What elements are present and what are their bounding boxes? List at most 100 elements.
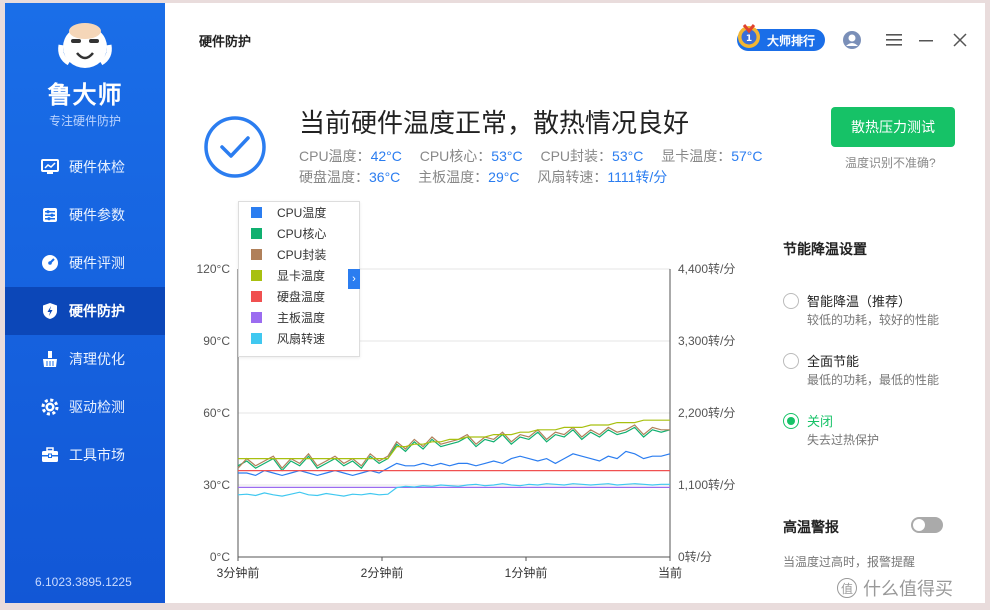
y-right-tick-label: 0转/分 [678, 549, 712, 564]
high-temp-alert-title: 高温警报 [783, 519, 839, 535]
sidebar-item-hardware-checkup[interactable]: 硬件体检 [5, 143, 165, 191]
watermark-text: 什么值得买 [863, 579, 953, 599]
reading-label: CPU核心： [419, 148, 492, 164]
temperature-row: CPU温度：42°C CPU核心：53°C CPU封装：53°C 显卡温度：57… [299, 146, 776, 167]
y-left-tick-label: 0°C [210, 550, 230, 564]
legend-item[interactable]: 硬盘温度 [239, 286, 359, 307]
sidebar-item-tool-market[interactable]: 工具市场 [5, 431, 165, 479]
legend-swatch [251, 270, 262, 281]
watermark: 值 什么值得买 [837, 575, 953, 601]
y-left-tick-label: 30°C [203, 478, 230, 492]
y-left-tick-label: 90°C [203, 334, 230, 348]
reading-value: 53°C [612, 148, 644, 164]
reading-label: 主板温度： [418, 169, 489, 185]
sidebar-item-cleanup[interactable]: 清理优化 [5, 335, 165, 383]
legend-item[interactable]: 风扇转速 [239, 328, 359, 349]
app-name: 鲁大师 [47, 82, 123, 109]
master-rank-button[interactable]: 1 大师排行 [737, 24, 825, 51]
watermark-badge: 值 [837, 578, 857, 598]
broom-icon [41, 350, 59, 368]
sidebar-item-label: 驱动检测 [69, 399, 125, 415]
option-label: 关闭 [807, 414, 834, 429]
y-right-tick-label: 4,400转/分 [678, 261, 735, 276]
shield-icon [41, 302, 59, 320]
high-temp-alert-toggle[interactable] [911, 517, 943, 533]
temperature-inaccurate-link[interactable]: 温度识别不准确? [845, 154, 936, 171]
reading-label: 硬盘温度： [299, 169, 369, 185]
sidebar-item-label: 硬件参数 [69, 207, 125, 223]
reading-value: 57°C [731, 148, 763, 164]
legend-label: 硬盘温度 [277, 290, 326, 304]
legend-item[interactable]: 显卡温度 [239, 265, 359, 286]
logo: 鲁大师 专注硬件防护 [5, 17, 165, 129]
sidebar-nav: 硬件体检 硬件参数 硬件评测 硬件防护 清理优化 驱动检测 工具市场 [5, 143, 165, 479]
x-tick-label: 1分钟前 [505, 565, 548, 580]
gauge-icon [41, 254, 59, 272]
sidebar-item-hardware-protection[interactable]: 硬件防护 [5, 287, 165, 335]
fan-speed-reading: 风扇转速：1111转/分 [537, 169, 667, 185]
y-right-tick-label: 2,200转/分 [678, 405, 735, 420]
legend-label: 风扇转速 [277, 332, 326, 346]
sidebar-item-label: 硬件体检 [69, 159, 125, 175]
radio-button[interactable] [783, 353, 799, 369]
reading-value: 1111转/分 [607, 169, 668, 185]
y-left-tick-label: 60°C [203, 406, 230, 420]
sidebar-item-driver-detect[interactable]: 驱动检测 [5, 383, 165, 431]
x-tick-label: 2分钟前 [361, 565, 404, 580]
disk-temp-reading: 硬盘温度：36°C [299, 169, 400, 185]
monitor-icon [41, 158, 59, 176]
user-avatar-icon[interactable] [841, 29, 863, 51]
option-description: 失去过热保护 [807, 433, 880, 447]
legend-label: CPU封装 [277, 248, 327, 262]
master-lu-logo-icon [55, 17, 115, 73]
legend-item[interactable]: 主板温度 [239, 307, 359, 328]
high-temp-alert-description: 当温度过高时，报警提醒 [783, 555, 916, 569]
legend-swatch [251, 249, 262, 260]
legend-item[interactable]: CPU封装 [239, 244, 359, 265]
board-temp-reading: 主板温度：29°C [418, 169, 519, 185]
stress-test-button[interactable]: 散热压力测试 [831, 107, 955, 147]
sidebar-item-label: 清理优化 [69, 351, 125, 367]
temperature-summary: CPU温度：42°C CPU核心：53°C CPU封装：53°C 显卡温度：57… [299, 146, 776, 188]
legend-label: CPU温度 [277, 206, 327, 220]
chart-legend: CPU温度 CPU核心 CPU封装 显卡温度 硬盘温度 主板温度 风扇转速 [238, 201, 360, 357]
reading-label: 风扇转速： [537, 169, 608, 185]
legend-item[interactable]: CPU温度 [239, 202, 359, 223]
sidebar-item-hardware-params[interactable]: 硬件参数 [5, 191, 165, 239]
reading-value: 36°C [369, 169, 401, 185]
reading-label: CPU温度： [299, 148, 371, 164]
legend-swatch [251, 207, 262, 218]
y-right-tick-label: 3,300转/分 [678, 333, 735, 348]
app-subtitle: 专注硬件防护 [48, 114, 121, 128]
app-window: 鲁大师 专注硬件防护 硬件体检 硬件参数 硬件评测 硬件防护 清理优化 驱动检测… [5, 3, 985, 603]
sidebar-item-hardware-benchmark[interactable]: 硬件评测 [5, 239, 165, 287]
page-title: 硬件防护 [199, 34, 252, 49]
settings-title: 节能降温设置 [783, 241, 867, 257]
reading-value: 29°C [488, 169, 520, 185]
y-left-tick-label: 120°C [197, 262, 231, 276]
legend-swatch [251, 333, 262, 344]
cpu-package-reading: CPU封装：53°C [540, 148, 643, 164]
gear-icon [41, 398, 59, 416]
radio-button[interactable] [783, 413, 799, 429]
x-tick-label: 3分钟前 [217, 565, 260, 580]
legend-label: CPU核心 [277, 227, 327, 241]
legend-swatch [251, 312, 262, 323]
cooling-settings: 节能降温设置 智能降温（推荐） 较低的功耗，较好的性能 全面节能 最低的功耗，最… [783, 239, 983, 447]
radio-button[interactable] [783, 293, 799, 309]
title-bar: 硬件防护 1 大师排行 [165, 3, 985, 63]
reading-value: 42°C [370, 148, 402, 164]
cpu-core-reading: CPU核心：53°C [420, 148, 523, 164]
legend-collapse-chevron-icon[interactable]: › [348, 269, 360, 289]
legend-swatch [251, 228, 262, 239]
option-label: 智能降温（推荐） [807, 294, 912, 309]
series-line [238, 450, 671, 477]
status-headline: 当前硬件温度正常，散热情况良好 [299, 108, 690, 138]
menu-icon[interactable] [883, 29, 905, 51]
temperature-row: 硬盘温度：36°C 主板温度：29°C 风扇转速：1111转/分 [299, 167, 776, 188]
legend-item[interactable]: CPU核心 [239, 223, 359, 244]
close-icon[interactable] [949, 29, 971, 51]
minimize-icon[interactable] [915, 29, 937, 51]
sidebar-item-label: 硬件评测 [69, 255, 125, 271]
rank-button-label: 大师排行 [767, 33, 816, 48]
